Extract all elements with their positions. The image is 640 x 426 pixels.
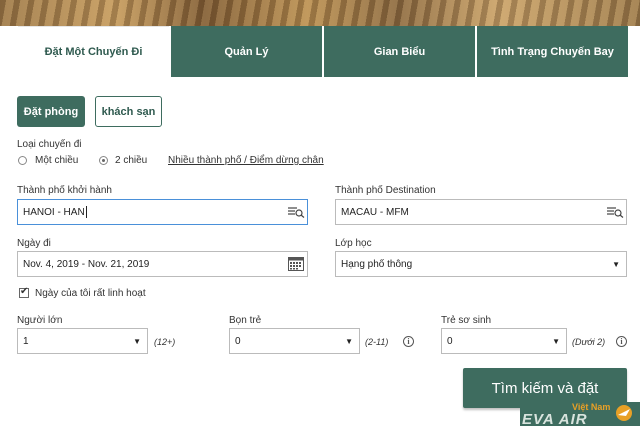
tab-schedule[interactable]: Gian Biểu — [322, 26, 475, 77]
cabin-select[interactable]: Hạng phổ thông ▼ — [335, 251, 627, 277]
hotel-button[interactable]: khách sạn — [95, 96, 162, 127]
city-list-search-icon[interactable] — [285, 200, 307, 224]
text-caret — [85, 206, 87, 218]
children-label: Bọn trẻ — [229, 315, 262, 326]
book-flight-button[interactable]: Đặt phòng — [17, 96, 85, 127]
round-trip-radio[interactable] — [99, 156, 108, 165]
cabin-value: Hạng phổ thông — [341, 258, 413, 270]
tab-flight-status[interactable]: Tình Trạng Chuyến Bay — [475, 26, 628, 77]
eva-air-emblem-icon — [616, 405, 632, 421]
one-way-label: Một chiều — [35, 155, 79, 166]
hero-banner-image — [0, 0, 640, 26]
booking-panel: Đặt Một Chuyến Đi Quản Lý Gian Biểu Tình… — [0, 26, 640, 426]
adults-select[interactable]: 1 ▼ — [17, 328, 148, 354]
dates-value: Nov. 4, 2019 - Nov. 21, 2019 — [23, 258, 150, 270]
adults-label: Người lớn — [17, 315, 63, 326]
children-info-icon[interactable]: i — [403, 336, 414, 347]
children-select[interactable]: 0 ▼ — [229, 328, 360, 354]
calendar-icon[interactable] — [285, 252, 307, 276]
infants-label: Trẻ sơ sinh — [441, 315, 492, 326]
multi-city-link[interactable]: Nhiều thành phố / Điểm dừng chân — [168, 155, 324, 166]
infants-age-hint: (Dưới 2) — [572, 337, 606, 347]
destination-value: MACAU - MFM — [341, 206, 409, 218]
tab-manage[interactable]: Quản Lý — [169, 26, 322, 77]
city-list-search-icon[interactable] — [604, 200, 626, 224]
infants-select[interactable]: 0 ▼ — [441, 328, 567, 354]
trip-type-label: Loại chuyến đi — [17, 139, 82, 150]
children-age-hint: (2-11) — [365, 337, 389, 347]
infants-info-icon[interactable]: i — [616, 336, 627, 347]
origin-label: Thành phố khởi hành — [17, 185, 112, 196]
tab-book-trip[interactable]: Đặt Một Chuyến Đi — [18, 26, 169, 77]
destination-input[interactable]: MACAU - MFM — [335, 199, 627, 225]
chevron-down-icon: ▼ — [552, 336, 560, 346]
cabin-label: Lớp học — [335, 238, 372, 249]
chevron-down-icon: ▼ — [133, 336, 141, 346]
adults-value: 1 — [23, 335, 29, 347]
flexible-dates-checkbox[interactable] — [19, 286, 29, 298]
dates-input[interactable]: Nov. 4, 2019 - Nov. 21, 2019 — [17, 251, 308, 277]
destination-label: Thành phố Destination — [335, 185, 436, 196]
chevron-down-icon: ▼ — [345, 336, 353, 346]
chevron-down-icon: ▼ — [612, 259, 620, 269]
adults-age-hint: (12+) — [154, 337, 176, 347]
origin-input[interactable]: HANOI - HAN — [17, 199, 308, 225]
booking-tabs: Đặt Một Chuyến Đi Quản Lý Gian Biểu Tình… — [18, 26, 628, 77]
round-trip-label: 2 chiều — [115, 155, 148, 166]
one-way-radio[interactable] — [18, 156, 27, 165]
logo-brand-text: EVA AIR — [522, 411, 588, 426]
origin-value: HANOI - HAN — [23, 206, 85, 218]
infants-value: 0 — [447, 335, 453, 347]
flexible-dates-label: Ngày của tôi rất linh hoạt — [35, 288, 146, 299]
dates-label: Ngày đi — [17, 238, 51, 249]
children-value: 0 — [235, 335, 241, 347]
